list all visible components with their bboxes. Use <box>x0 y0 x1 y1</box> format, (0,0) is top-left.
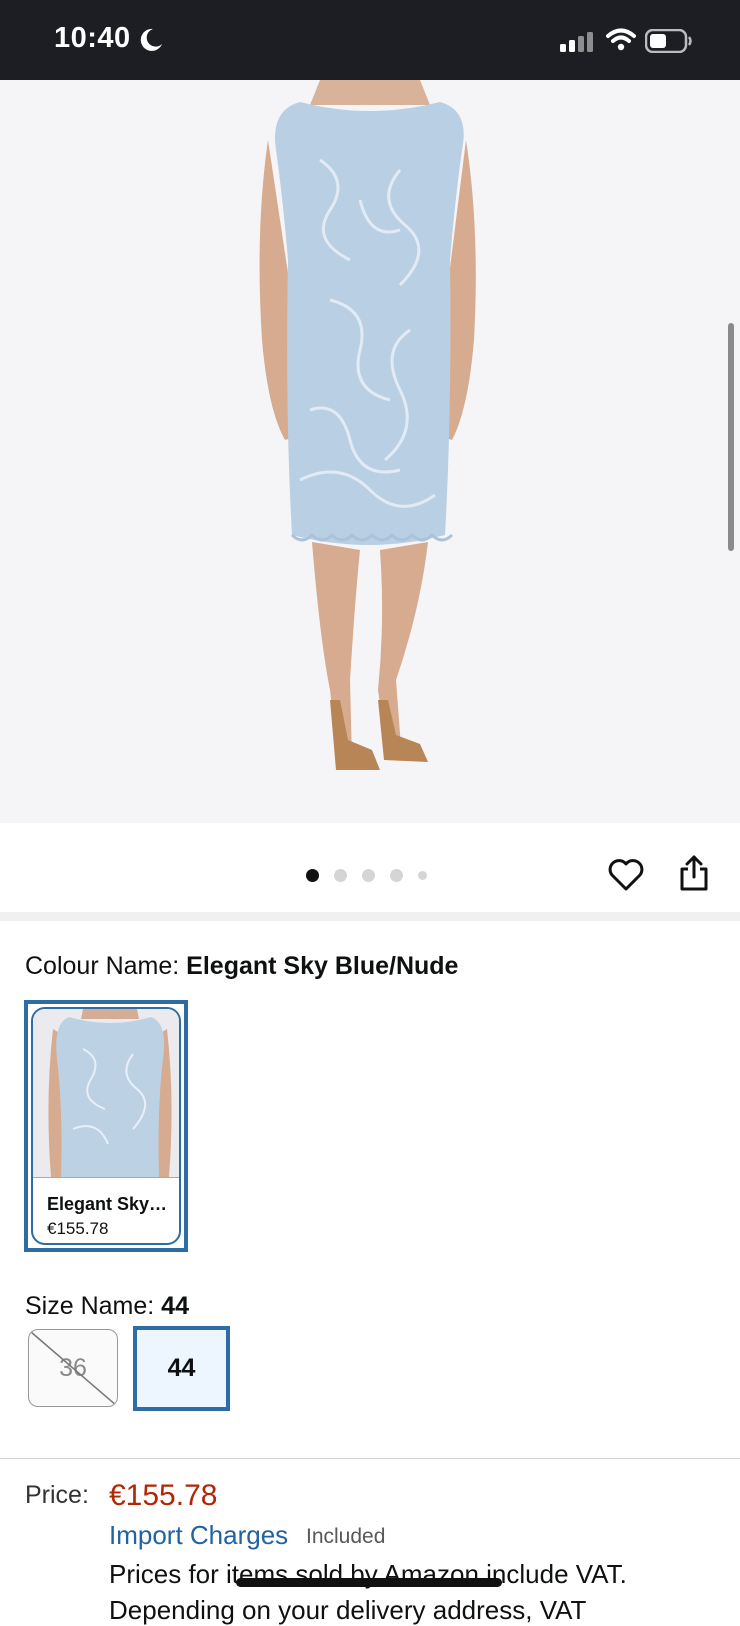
size-option-label: 44 <box>167 1354 196 1382</box>
carousel-dot[interactable] <box>362 868 375 882</box>
size-name-label: Size Name: <box>25 1292 162 1320</box>
size-name-row: Size Name: 44 <box>25 1292 189 1321</box>
carousel-dot[interactable] <box>418 870 427 880</box>
battery-icon <box>644 28 693 58</box>
section-divider <box>0 1458 740 1459</box>
price-value: €155.78 <box>109 1479 218 1512</box>
carousel-dot[interactable] <box>306 868 319 882</box>
swatch-price: €155.78 <box>47 1219 109 1238</box>
import-charges-link[interactable]: Import Charges <box>109 1520 288 1551</box>
share-icon[interactable] <box>679 855 709 896</box>
colour-swatch-image <box>33 1009 179 1178</box>
swatch-name: Elegant Sky… <box>47 1194 168 1214</box>
colour-name-row: Colour Name: Elegant Sky Blue/Nude <box>25 952 458 981</box>
colour-name-value: Elegant Sky Blue/Nude <box>186 952 459 980</box>
status-time: 10:40 <box>54 22 131 54</box>
heart-icon[interactable] <box>608 858 644 897</box>
status-bar: 10:40 <box>0 0 740 80</box>
home-indicator[interactable] <box>236 1578 502 1587</box>
colour-swatch-card[interactable]: Elegant Sky… €155.78 <box>31 1007 181 1245</box>
moon-icon <box>138 27 164 58</box>
wifi-icon <box>606 27 636 56</box>
price-label: Price: <box>25 1481 89 1509</box>
carousel-dot[interactable] <box>334 868 347 882</box>
signal-icon <box>560 31 594 58</box>
carousel-dot[interactable] <box>390 868 403 882</box>
size-option-44[interactable]: 44 <box>133 1326 230 1411</box>
import-charges-status: Included <box>306 1525 386 1548</box>
size-name-value: 44 <box>161 1292 189 1320</box>
colour-swatch[interactable]: Elegant Sky… €155.78 <box>24 1000 188 1252</box>
size-option-36-unavailable[interactable]: 36 <box>28 1329 118 1407</box>
colour-name-label: Colour Name: <box>25 952 187 980</box>
image-carousel-dots[interactable] <box>306 868 442 882</box>
product-image[interactable] <box>0 80 740 823</box>
section-divider <box>0 912 740 921</box>
scroll-indicator[interactable] <box>728 323 734 551</box>
